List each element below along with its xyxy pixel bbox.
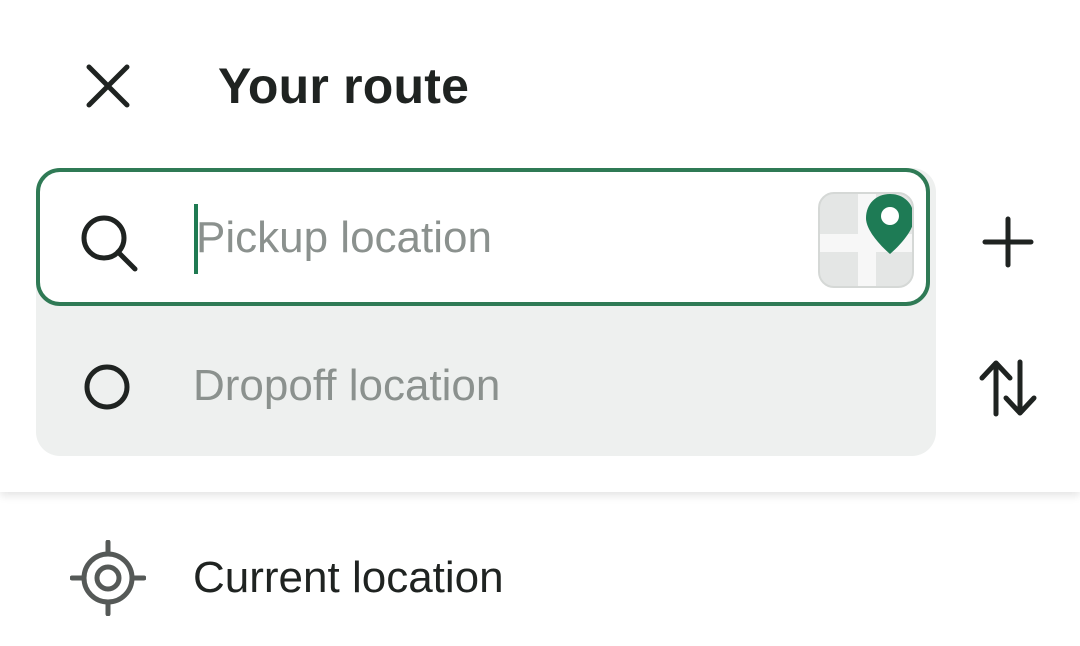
page-title: Your route — [218, 58, 470, 114]
search-icon — [78, 212, 140, 274]
suggestion-label: Current location — [193, 553, 504, 602]
pickup-input[interactable] — [196, 208, 796, 268]
close-icon — [84, 62, 132, 110]
route-header: Your route Dropoff — [0, 0, 1080, 492]
pickup-field[interactable] — [36, 168, 930, 306]
circle-icon — [82, 362, 132, 412]
swap-arrows-icon — [976, 358, 1040, 418]
dropoff-field[interactable]: Dropoff location — [36, 312, 936, 456]
crosshair-icon — [70, 540, 146, 616]
swap-locations-button[interactable] — [970, 350, 1046, 426]
choose-on-map-button[interactable] — [818, 192, 914, 288]
add-stop-button[interactable] — [972, 206, 1044, 278]
close-button[interactable] — [72, 50, 144, 122]
plus-icon — [982, 216, 1034, 268]
dropoff-placeholder[interactable]: Dropoff location — [193, 360, 500, 412]
suggestion-current-location[interactable]: Current location — [0, 510, 1080, 646]
map-pin-icon — [864, 194, 912, 256]
